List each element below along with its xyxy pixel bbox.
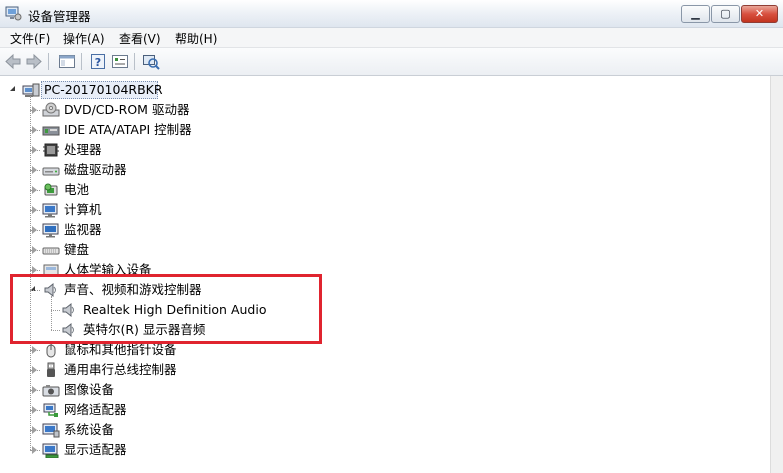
tree-category-label: 磁盘驱动器 <box>64 162 127 177</box>
tree-category[interactable]: 键盘 <box>0 240 400 260</box>
tree-category[interactable]: 监视器 <box>0 220 400 240</box>
tree-category[interactable]: 计算机 <box>0 200 400 220</box>
computer-icon <box>42 203 58 218</box>
close-button[interactable]: ✕ <box>741 5 778 23</box>
display-adapter-icon <box>42 443 59 458</box>
tree-category[interactable]: 网络适配器 <box>0 400 400 420</box>
window-title: 设备管理器 <box>28 9 91 24</box>
processor-icon <box>43 143 59 157</box>
mouse-icon <box>46 342 56 358</box>
toolbar-separator <box>81 53 82 70</box>
tree-connector <box>30 270 40 271</box>
tree-category-label: 键盘 <box>64 242 90 257</box>
tree-category-label: 网络适配器 <box>64 402 127 417</box>
dvd-drive-icon <box>42 102 60 117</box>
tree-category-label: 图像设备 <box>64 382 115 397</box>
menu-bar: 文件(F) 操作(A) 查看(V) 帮助(H) <box>0 28 783 48</box>
back-arrow-icon[interactable] <box>4 53 22 70</box>
camera-icon <box>42 385 60 397</box>
tree-connector <box>30 110 40 111</box>
tree-connector <box>30 190 40 191</box>
tree-connector <box>30 130 40 131</box>
tree-category[interactable]: 处理器 <box>0 140 400 160</box>
menu-file[interactable]: 文件(F) <box>10 30 50 47</box>
tree-connector <box>30 250 40 251</box>
network-adapter-icon <box>43 403 58 417</box>
tree-category[interactable]: DVD/CD-ROM 驱动器 <box>0 100 400 120</box>
tree-category[interactable]: 系统设备 <box>0 420 400 440</box>
minimize-button[interactable]: ▁ <box>681 5 710 23</box>
tree-connector <box>30 150 40 151</box>
tree-connector <box>30 350 40 351</box>
usb-icon <box>47 362 55 377</box>
tree-connector <box>30 410 40 411</box>
tree-category-label: 显示适配器 <box>64 442 127 457</box>
device-manager-icon <box>5 6 22 21</box>
properties-icon[interactable] <box>111 53 129 70</box>
expand-toggle[interactable] <box>10 86 15 91</box>
tree-category[interactable]: 电池 <box>0 180 400 200</box>
tree-connector <box>30 430 40 431</box>
menu-help[interactable]: 帮助(H) <box>175 30 217 47</box>
tree-connector <box>30 230 40 231</box>
svg-text:?: ? <box>95 56 101 69</box>
tree-category[interactable]: 图像设备 <box>0 380 400 400</box>
tree-category-label: 处理器 <box>64 142 102 157</box>
help-icon[interactable]: ? <box>89 53 107 70</box>
toolbar-separator <box>134 53 135 70</box>
menu-action[interactable]: 操作(A) <box>63 30 105 47</box>
highlight-annotation <box>10 274 322 344</box>
tree-category-label: DVD/CD-ROM 驱动器 <box>64 102 190 117</box>
tree-connector <box>30 370 40 371</box>
maximize-button[interactable]: ▢ <box>711 5 740 23</box>
battery-icon <box>44 183 58 196</box>
tree-category[interactable]: IDE ATA/ATAPI 控制器 <box>0 120 400 140</box>
tree-connector <box>30 210 40 211</box>
disk-drive-icon <box>42 167 60 176</box>
tree-category[interactable]: 显示适配器 <box>0 440 400 460</box>
forward-arrow-icon[interactable] <box>25 53 43 70</box>
title-bar: 设备管理器 ▁ ▢ ✕ <box>0 0 783 28</box>
monitor-icon <box>42 223 59 238</box>
vertical-scrollbar[interactable] <box>770 76 783 473</box>
tree-category-label: 电池 <box>64 182 90 197</box>
tree-root-label: PC-20170104RBKR <box>44 82 163 97</box>
tree-category[interactable]: 磁盘驱动器 <box>0 160 400 180</box>
tree-category-label: 监视器 <box>64 222 102 237</box>
scan-hardware-icon[interactable] <box>142 53 160 70</box>
tree-connector <box>30 390 40 391</box>
tree-category[interactable]: 通用串行总线控制器 <box>0 360 400 380</box>
menu-view[interactable]: 查看(V) <box>119 30 161 47</box>
system-device-icon <box>42 423 60 438</box>
toolbar-separator <box>48 53 49 70</box>
tree-category-label: 通用串行总线控制器 <box>64 362 177 377</box>
tree-root[interactable]: PC-20170104RBKR <box>0 80 300 100</box>
tree-category-label: 系统设备 <box>64 422 115 437</box>
toolbar: ? <box>0 48 783 76</box>
tree-category-label: 计算机 <box>64 202 102 217</box>
tree-connector <box>30 450 40 451</box>
ide-controller-icon <box>42 126 60 136</box>
keyboard-icon <box>42 247 60 255</box>
tree-connector <box>30 170 40 171</box>
computer-root-icon <box>22 83 40 97</box>
tree-category-label: IDE ATA/ATAPI 控制器 <box>64 122 192 137</box>
console-tree-icon[interactable] <box>58 53 76 70</box>
